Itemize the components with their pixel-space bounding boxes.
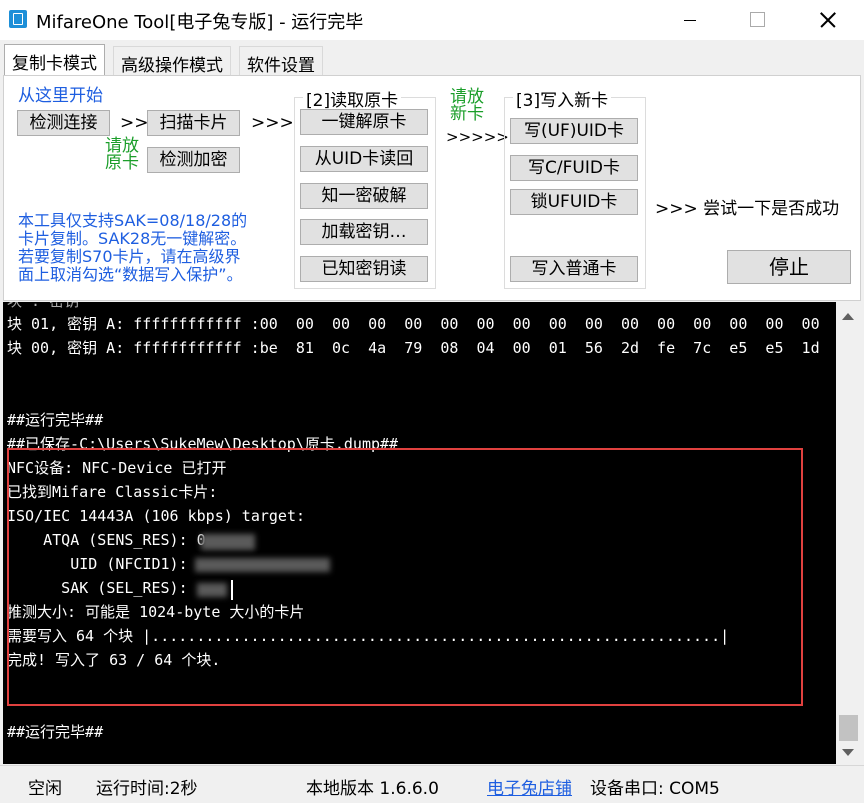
highlight-box bbox=[7, 448, 803, 706]
note-line: 若要复制S70卡片，请在高级界 bbox=[18, 247, 241, 266]
scan-card-button[interactable]: 扫描卡片 bbox=[147, 110, 240, 136]
copy-mode-panel: 从这里开始 检测连接 >> 扫描卡片 >>> 请放 原卡 检测加密 [2]读取原… bbox=[3, 75, 861, 301]
log-console[interactable]: 块 . 密钥 块 01, 密钥 A: ffffffffffff :00 00 0… bbox=[3, 302, 836, 764]
arrow-1: >> bbox=[120, 113, 149, 133]
detect-connection-button[interactable]: 检测连接 bbox=[17, 110, 110, 136]
place-original-label-2: 原卡 bbox=[105, 153, 139, 173]
window-title: MifareOne Tool[电子兔专版] - 运行完毕 bbox=[36, 12, 364, 33]
one-click-decrypt-button[interactable]: 一键解原卡 bbox=[300, 109, 428, 135]
scroll-thumb[interactable] bbox=[839, 715, 858, 741]
scroll-down-icon[interactable] bbox=[842, 749, 854, 756]
note-line: 本工具仅支持SAK=08/18/28的 bbox=[18, 211, 248, 230]
app-icon bbox=[9, 10, 27, 28]
lock-ufuid-button[interactable]: 锁UFUID卡 bbox=[510, 189, 638, 215]
console-line: 块 00, 密钥 A: ffffffffffff :be 81 0c 4a 79… bbox=[7, 339, 820, 357]
status-version: 本地版本 1.6.6.0 bbox=[306, 779, 439, 799]
console-line: 块 01, 密钥 A: ffffffffffff :00 00 00 00 00… bbox=[7, 315, 820, 333]
read-from-uid-button[interactable]: 从UID卡读回 bbox=[300, 146, 428, 172]
mode-tabs: 复制卡模式 高级操作模式 软件设置 bbox=[0, 44, 864, 76]
write-normal-card-button[interactable]: 写入普通卡 bbox=[510, 256, 638, 282]
arrow-3: >>>>> bbox=[446, 128, 509, 146]
status-state: 空闲 bbox=[28, 779, 62, 799]
console-line: ##运行完毕## bbox=[7, 411, 104, 429]
start-label: 从这里开始 bbox=[18, 86, 103, 106]
scroll-up-icon[interactable] bbox=[842, 313, 854, 320]
tab-copy-mode[interactable]: 复制卡模式 bbox=[4, 44, 105, 75]
write-group-title: [3]写入新卡 bbox=[513, 86, 612, 111]
status-bar: 空闲 运行时间:2秒 本地版本 1.6.6.0 电子兔店铺 设备串口: COM5 bbox=[0, 765, 864, 803]
clipped-line: 块 . 密钥 bbox=[7, 302, 79, 310]
instruction-note: 本工具仅支持SAK=08/18/28的 卡片复制。SAK28无一键解密。 若要复… bbox=[18, 212, 308, 284]
title-bar: MifareOne Tool[电子兔专版] - 运行完毕 bbox=[0, 0, 864, 40]
status-run-time: 运行时间:2秒 bbox=[96, 779, 198, 799]
detect-encryption-button[interactable]: 检测加密 bbox=[147, 147, 240, 173]
app-window: MifareOne Tool[电子兔专版] - 运行完毕 复制卡模式 高级操作模… bbox=[0, 0, 864, 803]
shop-link[interactable]: 电子兔店铺 bbox=[487, 774, 572, 799]
tab-advanced-mode[interactable]: 高级操作模式 bbox=[113, 46, 231, 76]
stop-button[interactable]: 停止 bbox=[727, 250, 851, 284]
minimize-button[interactable] bbox=[655, 0, 725, 40]
place-new-label-2: 新卡 bbox=[450, 104, 484, 124]
status-port: 设备串口: COM5 bbox=[590, 779, 720, 799]
write-uf-uid-button[interactable]: 写(UF)UID卡 bbox=[510, 118, 638, 144]
known-key-read-button[interactable]: 已知密钥读 bbox=[300, 256, 428, 282]
console-scrollbar[interactable] bbox=[836, 302, 861, 764]
note-line: 卡片复制。SAK28无一键解密。 bbox=[18, 229, 247, 248]
try-success-label: >>> 尝试一下是否成功 bbox=[655, 199, 840, 219]
close-button[interactable] bbox=[792, 0, 862, 40]
known-key-crack-button[interactable]: 知一密破解 bbox=[300, 183, 428, 209]
note-line: 面上取消勾选“数据写入保护”。 bbox=[18, 265, 243, 284]
tab-settings[interactable]: 软件设置 bbox=[239, 46, 323, 76]
read-group-title: [2]读取原卡 bbox=[303, 86, 402, 111]
arrow-2: >>> bbox=[251, 113, 294, 133]
load-keys-button[interactable]: 加载密钥… bbox=[300, 219, 428, 245]
maximize-button[interactable] bbox=[722, 0, 792, 40]
console-line: ##运行完毕## bbox=[7, 723, 104, 741]
write-cfuid-button[interactable]: 写C/FUID卡 bbox=[510, 155, 638, 181]
